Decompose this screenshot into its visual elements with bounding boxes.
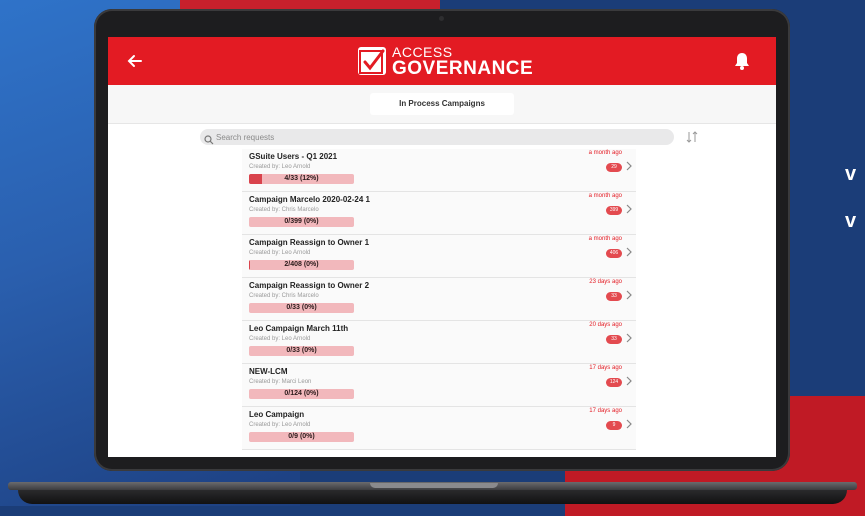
logo-text: ACCESS GOVERNANCE: [392, 45, 533, 78]
logo-checkmark-icon: [358, 47, 386, 75]
campaign-time: a month ago: [588, 150, 622, 156]
campaign-title: NEW-LCM: [249, 367, 288, 376]
notification-bell-icon[interactable]: [732, 50, 752, 72]
campaign-tabs-bar: In Process Campaigns: [108, 85, 776, 124]
campaign-progress-label: 0/9 (0%): [288, 433, 315, 440]
campaign-progress-label: 0/399 (0%): [284, 218, 319, 225]
campaign-title: Leo Campaign March 11th: [249, 324, 349, 333]
campaign-progress-bar: 0/9 (0%): [249, 432, 354, 442]
chevron-right-icon[interactable]: [625, 246, 633, 261]
campaign-progress-bar: 0/33 (0%): [249, 303, 354, 313]
sort-icon[interactable]: [686, 129, 698, 145]
campaign-time: 17 days ago: [589, 365, 622, 371]
campaign-row[interactable]: Campaign Reassign to Owner 1 Created by:…: [242, 235, 636, 278]
campaign-pending-badge: 33: [606, 335, 622, 344]
campaign-progress-bar: 2/408 (0%): [249, 260, 354, 270]
campaign-creator: Created by: Leo Arnold: [249, 250, 311, 256]
campaign-creator: Created by: Chris Marcelo: [249, 293, 319, 299]
chevron-right-icon[interactable]: [625, 418, 633, 433]
campaign-row[interactable]: Leo Campaign Created by: Leo Arnold 0/9 …: [242, 407, 636, 450]
campaign-progress-bar: 0/399 (0%): [249, 217, 354, 227]
campaign-row[interactable]: NEW-LCM Created by: Marci Leon 0/124 (0%…: [242, 364, 636, 407]
chevron-right-icon[interactable]: [625, 160, 633, 175]
campaign-pending-badge: 9: [606, 421, 622, 430]
background-text-2: v: [845, 163, 857, 185]
campaign-progress-label: 0/124 (0%): [284, 390, 319, 397]
campaign-title: Leo Campaign: [249, 410, 305, 419]
campaign-creator: Created by: Leo Arnold: [249, 336, 311, 342]
campaign-progress-label: 0/33 (0%): [286, 347, 317, 354]
campaign-creator: Created by: Marci Leon: [249, 379, 312, 385]
campaign-title: Campaign Reassign to Owner 2: [249, 281, 370, 290]
background-text-3: v: [845, 210, 857, 232]
campaign-pending-badge: 33: [606, 292, 622, 301]
campaign-progress-label: 2/408 (0%): [284, 261, 319, 268]
logo-line2: GOVERNANCE: [392, 57, 534, 79]
campaign-pending-badge: 29: [606, 163, 622, 172]
tab-in-process-campaigns[interactable]: In Process Campaigns: [370, 93, 514, 115]
laptop-notch: [370, 483, 498, 488]
chevron-right-icon[interactable]: [625, 332, 633, 347]
logo-line1: ACCESS: [392, 43, 453, 60]
campaign-progress-bar: 0/33 (0%): [249, 346, 354, 356]
campaign-progress-label: 0/33 (0%): [286, 304, 317, 311]
campaign-time: 23 days ago: [589, 279, 622, 285]
search-input[interactable]: [216, 129, 656, 145]
campaign-list: GSuite Users - Q1 2021 Created by: Leo A…: [242, 149, 636, 450]
laptop-base-bottom: [18, 490, 847, 504]
laptop-bezel: ACCESS GOVERNANCE In Process Campaigns G…: [94, 9, 790, 471]
back-arrow-icon[interactable]: [124, 50, 146, 72]
campaign-progress-bar: 0/124 (0%): [249, 389, 354, 399]
campaign-row[interactable]: GSuite Users - Q1 2021 Created by: Leo A…: [242, 149, 636, 192]
campaign-time: 17 days ago: [589, 408, 622, 414]
campaign-row[interactable]: Campaign Marcelo 2020-02-24 1 Created by…: [242, 192, 636, 235]
campaign-progress-bar: 4/33 (12%): [249, 174, 354, 184]
campaign-pending-badge: 399: [606, 206, 622, 215]
campaign-time: 20 days ago: [589, 322, 622, 328]
campaign-pending-badge: 124: [606, 378, 622, 387]
search-bar[interactable]: [200, 129, 674, 145]
campaign-progress-label: 4/33 (12%): [284, 175, 319, 182]
campaign-creator: Created by: Chris Marcelo: [249, 207, 319, 213]
chevron-right-icon[interactable]: [625, 203, 633, 218]
campaign-creator: Created by: Leo Arnold: [249, 164, 311, 170]
campaign-time: a month ago: [588, 236, 622, 242]
campaign-time: a month ago: [588, 193, 622, 199]
campaign-title: Campaign Reassign to Owner 1: [249, 238, 370, 247]
search-icon: [204, 132, 214, 145]
camera-dot: [439, 16, 444, 21]
app-header: ACCESS GOVERNANCE: [108, 37, 776, 85]
laptop-base: [0, 470, 865, 506]
chevron-right-icon[interactable]: [625, 289, 633, 304]
app-screen: ACCESS GOVERNANCE In Process Campaigns G…: [108, 37, 776, 457]
campaign-row[interactable]: Leo Campaign March 11th Created by: Leo …: [242, 321, 636, 364]
campaign-row[interactable]: Campaign Reassign to Owner 2 Created by:…: [242, 278, 636, 321]
campaign-title: Campaign Marcelo 2020-02-24 1: [249, 195, 370, 204]
campaign-creator: Created by: Leo Arnold: [249, 422, 311, 428]
campaign-pending-badge: 406: [606, 249, 622, 258]
access-governance-logo: ACCESS GOVERNANCE: [358, 45, 533, 78]
chevron-right-icon[interactable]: [625, 375, 633, 390]
campaign-title: GSuite Users - Q1 2021: [249, 152, 338, 161]
